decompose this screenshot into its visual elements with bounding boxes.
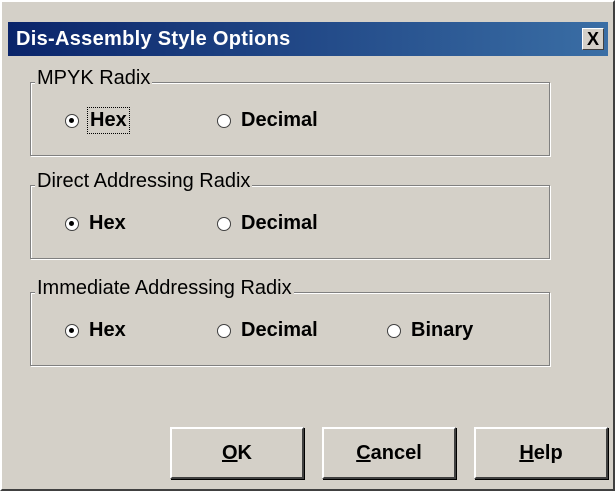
mpyk-hex-label: Hex: [87, 107, 130, 134]
ok-label-rest: K: [237, 441, 252, 464]
close-icon: X: [586, 29, 599, 49]
radio-unchecked-icon: [387, 323, 401, 338]
mpyk-decimal-radio[interactable]: Decimal: [217, 109, 318, 132]
immediate-addressing-radix-label: Immediate Addressing Radix: [35, 277, 294, 300]
mpyk-radix-label: MPYK Radix: [35, 67, 153, 90]
cancel-mnemonic: C: [356, 441, 371, 464]
immediate-binary-radio[interactable]: Binary: [387, 319, 473, 342]
direct-decimal-radio[interactable]: Decimal: [217, 212, 318, 235]
direct-addressing-radix-label: Direct Addressing Radix: [35, 170, 253, 193]
immediate-decimal-radio[interactable]: Decimal: [217, 319, 318, 342]
immediate-binary-label: Binary: [411, 319, 474, 341]
immediate-hex-radio[interactable]: Hex: [65, 319, 126, 342]
title-bar[interactable]: Dis-Assembly Style Options X: [8, 22, 608, 56]
radio-unchecked-icon: [217, 323, 231, 338]
help-button[interactable]: Help: [474, 427, 608, 479]
close-button[interactable]: X: [582, 28, 604, 50]
cancel-label-rest: ancel: [370, 441, 422, 464]
direct-addressing-radix-group: Direct Addressing Radix Hex Decimal: [30, 170, 550, 259]
ok-button[interactable]: OK: [170, 427, 304, 479]
dialog-title: Dis-Assembly Style Options: [16, 28, 291, 50]
help-label-rest: elp: [533, 441, 563, 464]
radio-unchecked-icon: [217, 113, 231, 128]
ok-mnemonic: O: [221, 441, 238, 464]
dialog-window: Dis-Assembly Style Options X MPYK Radix …: [0, 0, 615, 491]
direct-hex-label: Hex: [89, 212, 126, 234]
cancel-button[interactable]: Cancel: [322, 427, 456, 479]
immediate-decimal-label: Decimal: [241, 319, 318, 341]
mpyk-radix-group: MPYK Radix Hex Decimal: [30, 67, 550, 156]
radio-checked-icon: [65, 113, 79, 128]
direct-hex-radio[interactable]: Hex: [65, 212, 126, 235]
radio-unchecked-icon: [217, 216, 231, 231]
help-mnemonic: H: [519, 441, 534, 464]
mpyk-decimal-label: Decimal: [241, 109, 318, 131]
direct-decimal-label: Decimal: [241, 212, 318, 234]
radio-checked-icon: [65, 216, 79, 231]
radio-checked-icon: [65, 323, 79, 338]
immediate-hex-label: Hex: [89, 319, 126, 341]
immediate-addressing-radix-group: Immediate Addressing Radix Hex Decimal B…: [30, 277, 550, 366]
mpyk-hex-radio[interactable]: Hex: [65, 107, 130, 134]
